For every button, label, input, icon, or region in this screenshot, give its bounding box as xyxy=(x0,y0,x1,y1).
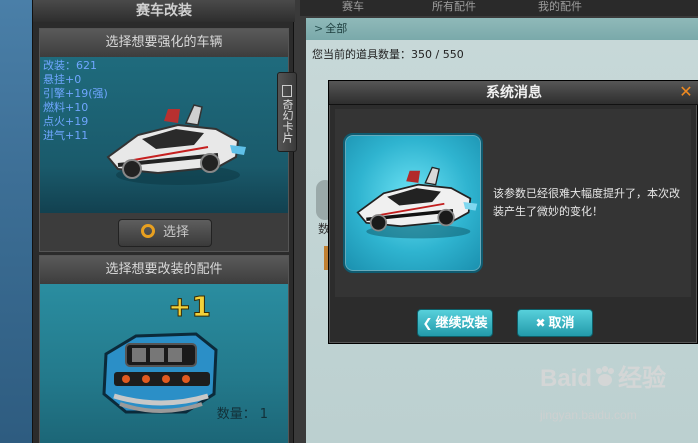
race-car-icon xyxy=(356,166,478,239)
chevron-left-icon: ❮ xyxy=(422,316,433,330)
tab-fantasy-cards[interactable]: 奇幻卡片 xyxy=(277,72,297,152)
filter-bar[interactable]: > 全部 xyxy=(306,18,698,40)
cancel-button[interactable]: ✖ 取消 xyxy=(517,309,593,337)
engine-icon xyxy=(102,332,218,414)
select-vehicle-button[interactable]: 选择 xyxy=(118,219,212,247)
background-edge-strip xyxy=(0,0,32,443)
game-screen: { "left_panel": { "title": "赛车改装", "vehi… xyxy=(0,0,698,443)
item-count: 您当前的道具数量：350 / 550 xyxy=(312,48,464,61)
part-quantity: 数量： 1 xyxy=(213,403,268,422)
filter-label: 全部 xyxy=(325,22,348,35)
part-preview[interactable]: +1 数量： 1 xyxy=(40,284,288,443)
continue-modify-button[interactable]: ❮ 继续改装 xyxy=(417,309,493,337)
dialog-message: 该参数已经很难大幅度提升了，本次改装产生了微妙的变化！ xyxy=(493,187,680,218)
watermark-brand-text: Baid xyxy=(540,365,593,392)
side-tab-label: 奇幻卡片 xyxy=(281,99,294,143)
vehicle-thumbnail xyxy=(343,133,483,273)
cancel-button-label: 取消 xyxy=(548,316,575,331)
circle-icon xyxy=(140,224,155,238)
tab-all-parts[interactable]: 所有配件 xyxy=(432,0,476,14)
part-box-header: 选择想要改装的配件 xyxy=(40,256,288,284)
category-tabs: 赛车 所有配件 我的配件 xyxy=(300,0,698,16)
close-icon: ✖ xyxy=(535,316,546,330)
dialog-title: 系统消息 xyxy=(329,81,698,105)
panel-title: 赛车改装 xyxy=(33,0,295,22)
card-icon xyxy=(282,85,292,97)
stat-line: 悬挂+0 xyxy=(43,73,82,86)
modify-panel: 赛车改装 选择想要强化的车辆 改装：621 悬挂+0 引擎+19(强) 燃料+1… xyxy=(32,0,295,443)
baidu-watermark: Baid 经验 jingyan.baidu.com xyxy=(540,358,696,440)
watermark-url: jingyan.baidu.com xyxy=(540,408,637,422)
vehicle-select-box: 选择想要强化的车辆 改装：621 悬挂+0 引擎+19(强) 燃料+10 点火+… xyxy=(39,28,289,252)
race-car-icon xyxy=(106,104,246,185)
close-icon[interactable]: ✕ xyxy=(677,83,695,101)
quantity-value: 1 xyxy=(259,407,268,422)
paw-icon xyxy=(596,366,615,386)
watermark-brand-suffix: 经验 xyxy=(618,365,667,392)
system-message-dialog: 系统消息 ✕ 该参数已经很难大幅度提升了，本次改装产生了微妙的变化！ ❮ 继续改… xyxy=(328,80,698,344)
vehicle-preview[interactable]: 改装：621 悬挂+0 引擎+19(强) 燃料+10 点火+19 进气+11 xyxy=(40,57,288,213)
part-select-box: 选择想要改装的配件 +1 数量： 1 xyxy=(39,255,289,443)
select-button-label: 选择 xyxy=(162,225,189,240)
tab-my-parts[interactable]: 我的配件 xyxy=(538,0,582,14)
continue-button-label: 继续改装 xyxy=(435,316,488,331)
vehicle-box-header: 选择想要强化的车辆 xyxy=(40,29,288,57)
dialog-body: 该参数已经很难大幅度提升了，本次改装产生了微妙的变化！ xyxy=(335,109,691,297)
chevron-right-icon: > xyxy=(314,22,324,35)
tab-cars[interactable]: 赛车 xyxy=(342,0,364,14)
stat-line: 改装：621 xyxy=(43,59,97,72)
quantity-label: 数量： xyxy=(216,407,256,422)
watermark-brand: Baid 经验 xyxy=(540,358,666,393)
